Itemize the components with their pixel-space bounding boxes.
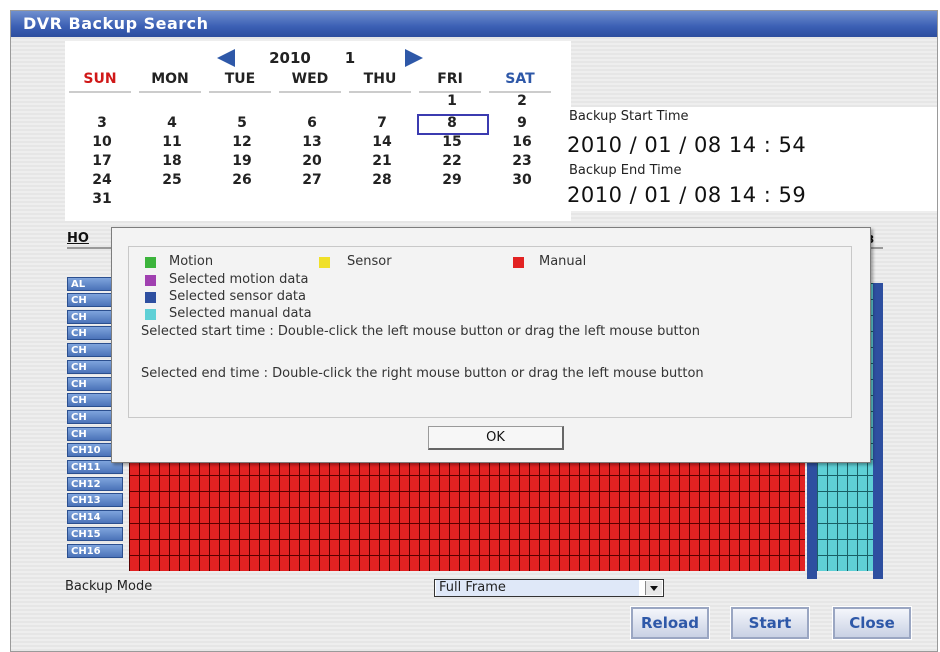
calendar-day[interactable]: 10 [71, 133, 133, 152]
ok-button[interactable]: OK [428, 426, 564, 450]
calendar-day[interactable]: 8 [417, 114, 489, 135]
calendar-day[interactable]: 30 [491, 171, 553, 190]
calendar-day[interactable]: 31 [71, 190, 133, 209]
backup-end-value: 2010 / 01 / 08 14 : 59 [567, 183, 807, 207]
calendar-day[interactable]: 7 [349, 114, 417, 133]
channel-button[interactable]: CH13 [67, 493, 123, 508]
calendar-day[interactable]: 11 [141, 133, 203, 152]
weekday-header: TUE [209, 71, 271, 93]
legend-selected-manual: Selected manual data [169, 306, 312, 321]
start-time-help: Selected start time : Double-click the l… [141, 324, 700, 339]
calendar-day[interactable]: 5 [211, 114, 273, 133]
backup-start-label: Backup Start Time [569, 109, 689, 124]
backup-time-panel: Backup Start Time 2010 / 01 / 08 14 : 54… [565, 107, 937, 211]
calendar-day[interactable]: 6 [281, 114, 343, 133]
legend-box: Motion Sensor Manual Selected motion dat… [128, 246, 852, 418]
calendar-day[interactable]: 29 [421, 171, 483, 190]
backup-mode-select[interactable]: Full Frame [434, 579, 664, 597]
weekday-header: SAT [489, 71, 551, 93]
calendar-day[interactable]: 19 [211, 152, 273, 171]
title-bar: DVR Backup Search [11, 11, 937, 37]
calendar-day[interactable]: 9 [491, 114, 553, 133]
backup-start-value: 2010 / 01 / 08 14 : 54 [567, 133, 807, 157]
end-time-help: Selected end time : Double-click the rig… [141, 366, 704, 381]
backup-mode-value: Full Frame [436, 580, 639, 596]
calendar-day[interactable]: 18 [141, 152, 203, 171]
close-button[interactable]: Close [832, 606, 912, 640]
triangle-right-icon[interactable] [405, 49, 423, 67]
calendar-day[interactable]: 27 [281, 171, 343, 190]
calendar-day[interactable]: 22 [421, 152, 483, 171]
channel-button[interactable]: CH16 [67, 543, 123, 558]
chevron-down-icon[interactable] [645, 581, 662, 595]
calendar-month: 1 [344, 49, 356, 67]
selected-manual-swatch [145, 309, 156, 320]
calendar-day[interactable]: 26 [211, 171, 273, 190]
calendar-day[interactable]: 24 [71, 171, 133, 190]
reload-button[interactable]: Reload [630, 606, 710, 640]
calendar-day[interactable]: 1 [421, 92, 483, 111]
calendar-day[interactable]: 2 [491, 92, 553, 111]
weekday-header: SUN [69, 71, 131, 93]
legend-selected-motion: Selected motion data [169, 272, 309, 287]
legend-sensor: Sensor [347, 254, 392, 269]
manual-swatch [513, 257, 524, 268]
weekday-header: MON [139, 71, 201, 93]
weekday-header: WED [279, 71, 341, 93]
calendar-day[interactable]: 12 [211, 133, 273, 152]
calendar-day[interactable]: 25 [141, 171, 203, 190]
calendar-day[interactable]: 4 [141, 114, 203, 133]
calendar-day[interactable]: 23 [491, 152, 553, 171]
channel-button[interactable]: CH15 [67, 526, 123, 541]
window-title: DVR Backup Search [23, 14, 209, 33]
channel-button[interactable]: CH14 [67, 510, 123, 525]
triangle-left-icon[interactable] [217, 49, 235, 67]
legend-motion: Motion [169, 254, 214, 269]
backup-end-label: Backup End Time [569, 163, 682, 178]
backup-mode-label: Backup Mode [65, 579, 153, 594]
legend-dialog: Motion Sensor Manual Selected motion dat… [111, 227, 871, 463]
calendar-day[interactable]: 28 [351, 171, 413, 190]
calendar-year: 2010 [269, 49, 311, 67]
hour-label: HO [67, 231, 89, 246]
legend-manual: Manual [539, 254, 587, 269]
sensor-swatch [319, 257, 330, 268]
weekday-header: FRI [419, 71, 481, 93]
start-button[interactable]: Start [730, 606, 810, 640]
calendar-day[interactable]: 15 [421, 133, 483, 152]
calendar-nav: 2010 1 [65, 45, 571, 69]
calendar-day[interactable]: 13 [281, 133, 343, 152]
calendar: 2010 1 SUN MON TUE WED THU FRI SAT 1 2 3 4 5 6 7 8 9 10 1… [65, 41, 571, 221]
calendar-day[interactable]: 20 [281, 152, 343, 171]
calendar-day[interactable]: 21 [351, 152, 413, 171]
calendar-day[interactable]: 14 [351, 133, 413, 152]
calendar-day[interactable]: 16 [491, 133, 553, 152]
weekday-header: THU [349, 71, 411, 93]
calendar-day[interactable]: 3 [71, 114, 133, 133]
motion-swatch [145, 257, 156, 268]
legend-selected-sensor: Selected sensor data [169, 289, 306, 304]
calendar-day[interactable]: 17 [71, 152, 133, 171]
selected-sensor-bar-end [873, 283, 883, 579]
selected-sensor-swatch [145, 292, 156, 303]
dvr-backup-search-window: DVR Backup Search 2010 1 SUN MON TUE WED THU… [10, 10, 938, 652]
channel-button[interactable]: CH12 [67, 476, 123, 491]
selected-motion-swatch [145, 275, 156, 286]
